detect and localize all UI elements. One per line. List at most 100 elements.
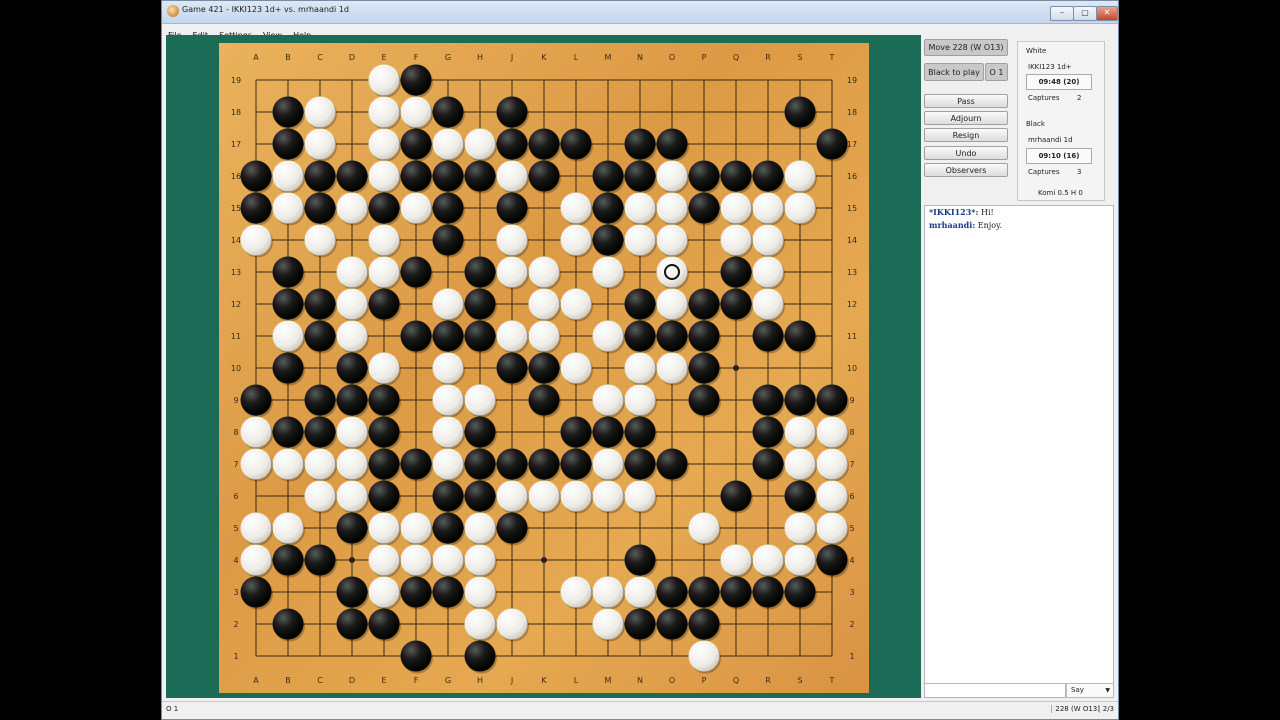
white-stone — [336, 448, 368, 480]
white-stone — [496, 160, 528, 192]
observers-button[interactable]: Observers — [924, 163, 1008, 177]
chat-log[interactable]: *IKKI123*: Hi! mrhaandi: Enjoy. — [924, 205, 1114, 684]
komi-handicap: Komi 0.5 H 0 — [1038, 189, 1083, 197]
black-stone — [688, 320, 720, 352]
black-stone — [720, 160, 752, 192]
white-stone — [624, 576, 656, 608]
col-label-top: F — [414, 53, 419, 62]
white-captures-label: Captures — [1028, 94, 1060, 102]
white-stone — [464, 128, 496, 160]
white-stone — [400, 96, 432, 128]
white-stone — [592, 576, 624, 608]
white-stone — [784, 544, 816, 576]
black-stone — [656, 320, 688, 352]
white-stone — [528, 320, 560, 352]
row-label-right: 6 — [849, 492, 854, 501]
say-dropdown[interactable]: Say ▼ — [1066, 683, 1114, 698]
black-stone — [624, 288, 656, 320]
white-stone — [752, 288, 784, 320]
black-player-name: mrhaandi 1d — [1028, 136, 1073, 144]
white-header: White — [1026, 47, 1047, 55]
col-label-top: E — [381, 53, 386, 62]
white-stone — [496, 320, 528, 352]
white-stone — [336, 320, 368, 352]
col-label-bottom: H — [477, 676, 483, 685]
move-info: Move 228 (W O13) — [924, 39, 1008, 56]
close-button[interactable]: ✕ — [1096, 6, 1118, 21]
chat-input[interactable] — [924, 683, 1066, 698]
black-stone — [272, 608, 304, 640]
coordinate-indicator: O 1 — [985, 63, 1008, 81]
black-stone — [272, 352, 304, 384]
black-stone — [432, 192, 464, 224]
chat-message: Enjoy. — [975, 221, 1003, 230]
pass-button[interactable]: Pass — [924, 94, 1008, 108]
white-stone — [752, 256, 784, 288]
black-stone — [432, 576, 464, 608]
col-label-bottom: R — [765, 676, 771, 685]
col-label-top: P — [702, 53, 707, 62]
black-stone — [624, 128, 656, 160]
undo-button[interactable]: Undo — [924, 146, 1008, 160]
col-label-top: O — [669, 53, 675, 62]
black-stone — [368, 288, 400, 320]
white-stone — [624, 224, 656, 256]
col-label-top: A — [253, 53, 259, 62]
white-stone — [336, 416, 368, 448]
col-label-top: G — [445, 53, 451, 62]
go-board[interactable]: A A B B C C D D E E F F G G H H J J K K L L M M N N O O P P Q Q R R S S T T 19… — [219, 43, 869, 693]
minimize-button[interactable]: – — [1050, 6, 1074, 21]
black-stone — [432, 96, 464, 128]
white-stone — [336, 288, 368, 320]
black-stone — [400, 320, 432, 352]
white-stone — [592, 448, 624, 480]
white-stone — [240, 448, 272, 480]
row-label-left: 5 — [233, 524, 238, 533]
white-stone — [368, 352, 400, 384]
white-stone — [656, 288, 688, 320]
black-stone — [528, 384, 560, 416]
black-stone — [752, 448, 784, 480]
white-stone — [464, 544, 496, 576]
black-stone — [624, 608, 656, 640]
col-label-top: Q — [733, 53, 739, 62]
black-stone — [784, 96, 816, 128]
white-stone — [496, 224, 528, 256]
white-stone — [656, 192, 688, 224]
black-stone — [336, 160, 368, 192]
board-canvas[interactable]: AABBCCDDEEFFGGHHJJKKLLMMNNOOPPQQRRSSTT19… — [219, 43, 869, 693]
black-stone — [592, 160, 624, 192]
maximize-button[interactable]: ▢ — [1073, 6, 1097, 21]
row-label-left: 6 — [233, 492, 238, 501]
white-stone — [336, 256, 368, 288]
say-label: Say — [1071, 686, 1084, 694]
black-stone — [272, 288, 304, 320]
row-label-left: 2 — [233, 620, 238, 629]
black-stone — [656, 576, 688, 608]
black-stone — [336, 384, 368, 416]
row-label-left: 11 — [231, 332, 241, 341]
black-stone — [624, 416, 656, 448]
col-label-bottom: G — [445, 676, 451, 685]
white-stone — [368, 576, 400, 608]
adjourn-button[interactable]: Adjourn — [924, 111, 1008, 125]
white-stone — [560, 192, 592, 224]
black-stone — [784, 320, 816, 352]
white-stone — [368, 256, 400, 288]
col-label-bottom: M — [605, 676, 612, 685]
black-stone — [368, 192, 400, 224]
white-clock: 09:48 (20) — [1026, 74, 1092, 90]
window-title: Game 421 - IKKI123 1d+ vs. mrhaandi 1d — [182, 5, 349, 14]
white-stone — [720, 192, 752, 224]
black-stone — [336, 512, 368, 544]
star-point — [541, 557, 547, 563]
black-stone — [432, 480, 464, 512]
black-stone — [528, 128, 560, 160]
resign-button[interactable]: Resign — [924, 128, 1008, 142]
black-stone — [464, 160, 496, 192]
col-label-top: H — [477, 53, 483, 62]
black-stone — [720, 256, 752, 288]
black-stone — [752, 160, 784, 192]
row-label-left: 16 — [231, 172, 241, 181]
black-stone — [816, 384, 848, 416]
